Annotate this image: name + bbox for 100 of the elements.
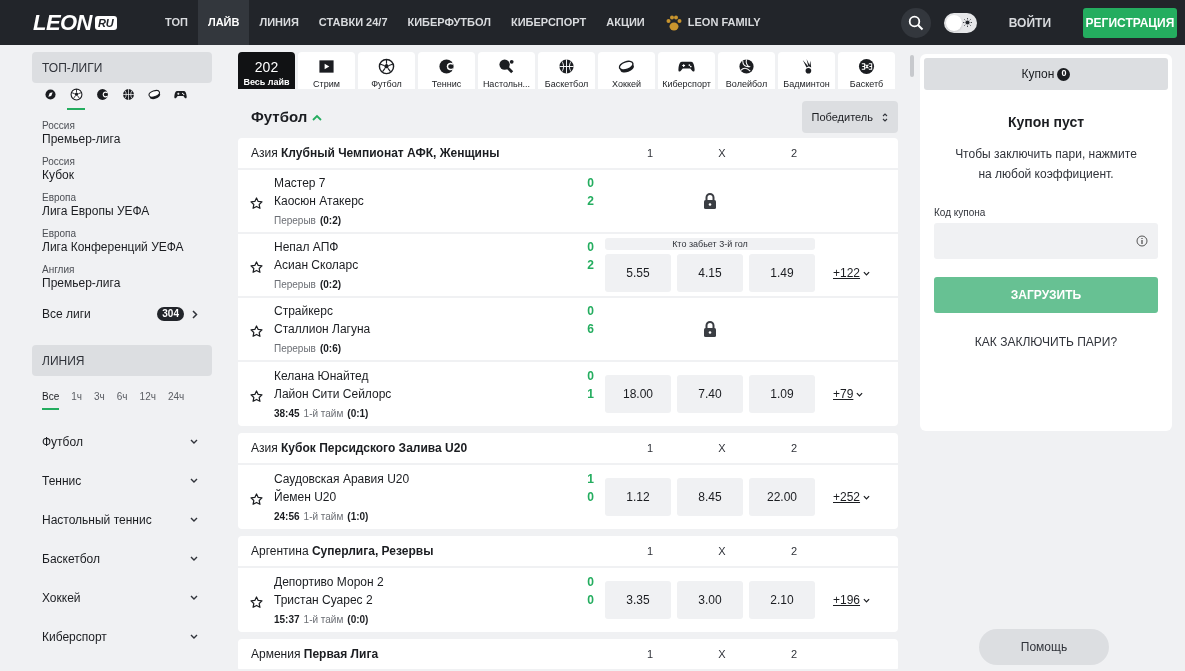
more-markets-link[interactable]: +252	[833, 488, 861, 506]
sport-tab[interactable]: Хоккей	[598, 52, 655, 89]
team-score: 2	[587, 193, 594, 210]
period-tab[interactable]: Все	[42, 389, 60, 410]
league-link[interactable]: Лига Европы УЕФА	[42, 204, 212, 219]
nav-link[interactable]: ЛАЙВ	[197, 0, 250, 45]
nav-link[interactable]: ЛИНИЯ	[249, 0, 309, 45]
sport-item[interactable]: Хоккей	[42, 588, 190, 607]
team-name: Страйкерс	[274, 303, 334, 320]
sport-tab[interactable]: Футбол	[358, 52, 415, 89]
period-tab[interactable]: 24ч	[167, 389, 185, 410]
favorite-star-icon[interactable]	[250, 197, 263, 210]
logo-text[interactable]: LEON	[33, 6, 92, 39]
chevron-down-icon[interactable]	[190, 439, 198, 444]
nav-link[interactable]: КИБЕРСПОРТ	[501, 0, 597, 45]
basketball-icon	[121, 88, 135, 101]
sport-tab[interactable]: Бадминтон	[778, 52, 835, 89]
odds-button[interactable]: 8.45	[677, 478, 743, 516]
odds-button[interactable]: 1.12	[605, 478, 671, 516]
odds-button[interactable]: 5.55	[605, 254, 671, 292]
sport-tab[interactable]: Киберспорт	[658, 52, 715, 89]
sport-tab[interactable]: Волейбол	[718, 52, 775, 89]
coupon-code-field[interactable]	[934, 223, 1158, 259]
league-link[interactable]: Премьер-лига	[42, 132, 212, 147]
period-tab[interactable]: 12ч	[139, 389, 156, 410]
sport-tab[interactable]: Баскетбол	[538, 52, 595, 89]
sport-item[interactable]: Настольный теннис	[42, 510, 190, 529]
compass-icon	[43, 88, 57, 101]
match-period: Перерыв	[274, 342, 316, 356]
chevron-down-icon[interactable]	[190, 595, 198, 600]
scrollbar[interactable]	[910, 55, 914, 77]
league-link[interactable]: Премьер-лига	[42, 276, 212, 291]
chevron-down-icon[interactable]	[190, 634, 198, 639]
more-markets-link[interactable]: +122	[833, 264, 861, 282]
chevron-down-icon[interactable]	[863, 597, 871, 603]
coupon-tab[interactable]: Купон 0	[924, 58, 1168, 90]
how-to-bet-link[interactable]: КАК ЗАКЛЮЧИТЬ ПАРИ?	[924, 333, 1168, 351]
period-tab[interactable]: 6ч	[116, 389, 128, 410]
nav-link[interactable]: АКЦИИ	[596, 0, 655, 45]
chevron-down-icon[interactable]	[863, 270, 871, 276]
search-button[interactable]	[900, 7, 931, 38]
help-button[interactable]: Помощь	[979, 629, 1109, 665]
league-title[interactable]: Азия Клубный Чемпионат АФК, Женщины	[238, 144, 617, 162]
sport-tab[interactable]: Настольн...	[478, 52, 535, 89]
odds-button[interactable]: 1.49	[749, 254, 815, 292]
period-tab[interactable]: 3ч	[94, 389, 105, 410]
league-link[interactable]: Кубок	[42, 168, 212, 183]
coupon-tab-label: Купон	[1021, 66, 1055, 83]
odds-button[interactable]: 3.35	[605, 581, 671, 619]
chevron-down-icon[interactable]	[190, 517, 198, 522]
sport-item[interactable]: Футбол	[42, 432, 190, 451]
nav-link[interactable]: ТОП	[155, 0, 198, 45]
sun-icon	[962, 18, 972, 27]
login-button[interactable]: ВОЙТИ	[1008, 13, 1051, 32]
sport-item[interactable]: Баскетбол	[42, 549, 190, 568]
all-leagues-link[interactable]: Все лиги	[42, 305, 158, 323]
sport-tab[interactable]: 202 Весь лайв	[238, 52, 295, 89]
market-dropdown[interactable]: Победитель	[801, 101, 898, 133]
favorite-star-icon[interactable]	[250, 596, 263, 609]
more-markets-link[interactable]: +79	[833, 385, 854, 403]
odds-button[interactable]: 18.00	[605, 375, 671, 413]
sport-item[interactable]: Киберспорт	[42, 627, 190, 646]
sport-filter-tab[interactable]	[67, 88, 85, 110]
column-header: X	[717, 440, 727, 456]
odds-button[interactable]: 3.00	[677, 581, 743, 619]
odds-button[interactable]: 2.10	[749, 581, 815, 619]
league-title[interactable]: Армения Первая Лига	[238, 645, 617, 663]
sport-tab[interactable]: Теннис	[418, 52, 475, 89]
favorite-star-icon[interactable]	[250, 493, 263, 506]
match-period: 1-й тайм	[303, 613, 344, 627]
favorite-star-icon[interactable]	[250, 390, 263, 403]
section-header[interactable]: ЛИНИЯ	[32, 345, 212, 376]
nav-link[interactable]: LEON FAMILY	[654, 0, 771, 45]
odds-button[interactable]: 4.15	[677, 254, 743, 292]
nav-link[interactable]: СТАВКИ 24/7	[308, 0, 398, 45]
more-markets-link[interactable]: +196	[833, 591, 861, 609]
search-icon	[907, 14, 924, 31]
league-title[interactable]: Азия Кубок Персидского Залива U20	[238, 439, 617, 457]
section-header[interactable]: ТОП-ЛИГИ	[32, 52, 212, 83]
chevron-down-icon[interactable]	[190, 478, 198, 483]
odds-button[interactable]: 1.09	[749, 375, 815, 413]
favorite-star-icon[interactable]	[250, 261, 263, 274]
chevron-down-icon[interactable]	[863, 494, 871, 500]
chevron-down-icon[interactable]	[190, 556, 198, 561]
odds-button[interactable]: 7.40	[677, 375, 743, 413]
sport-tab[interactable]: Стрим	[298, 52, 355, 89]
favorite-star-icon[interactable]	[250, 325, 263, 338]
sport-tab[interactable]: Баскетб	[838, 52, 895, 89]
theme-toggle[interactable]	[943, 12, 977, 33]
team-name: Келана Юнайтед	[274, 368, 370, 385]
period-tab[interactable]: 1ч	[71, 389, 82, 410]
chevron-up-icon[interactable]	[312, 113, 323, 121]
team-name: Депортиво Морон 2	[274, 574, 385, 591]
league-link[interactable]: Лига Конференций УЕФА	[42, 240, 212, 255]
league-title[interactable]: Аргентина Суперлига, Резервы	[238, 542, 617, 560]
sport-item[interactable]: Теннис	[42, 471, 190, 490]
nav-link[interactable]: КИБЕРФУТБОЛ	[397, 0, 501, 45]
odds-button[interactable]: 22.00	[749, 478, 815, 516]
info-icon[interactable]	[1136, 235, 1148, 247]
chevron-down-icon[interactable]	[856, 391, 864, 397]
